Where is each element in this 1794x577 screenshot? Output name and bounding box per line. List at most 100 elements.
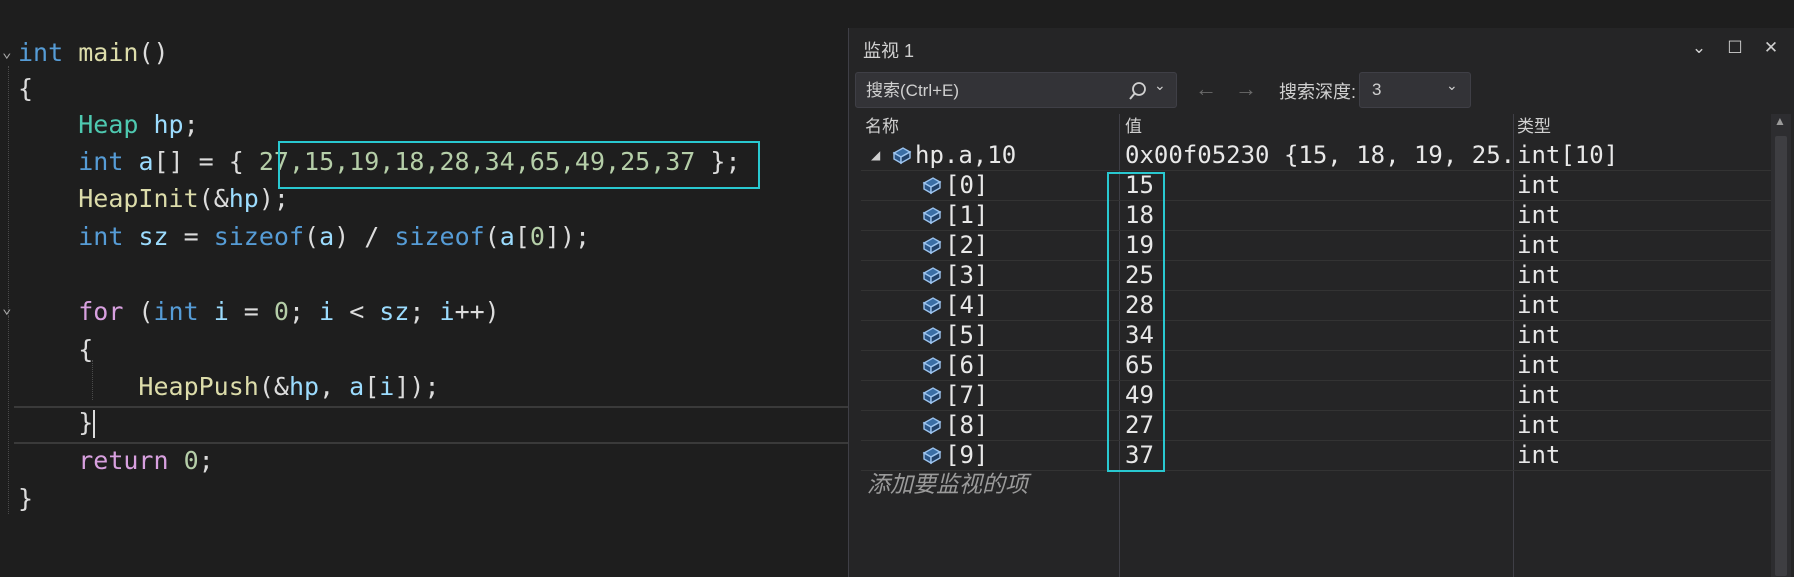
watch-name: [4] (945, 291, 989, 319)
watch-row[interactable]: [3] 25 int (861, 260, 1771, 291)
object-icon (922, 327, 942, 345)
watch-row[interactable]: [8] 27 int (861, 410, 1771, 441)
object-icon (922, 267, 942, 285)
chevron-down-icon[interactable]: ⌄ (1446, 77, 1458, 94)
fold-chevron-icon[interactable]: ⌄ (2, 42, 12, 61)
watch-type: int (1517, 171, 1561, 199)
text-caret (93, 410, 96, 438)
watch-type: int[10] (1517, 141, 1619, 169)
column-header-value[interactable]: 值 (1125, 114, 1142, 140)
watch-name: [1] (945, 201, 989, 229)
watch-panel: 监视 1 ⌄ ☐ ✕ ⌄ ← → 搜索深度: 3 ⌄ 名称 值 类型 ◢ (848, 28, 1794, 577)
code-line: } (78, 408, 96, 438)
watch-row[interactable]: [0] 15 int (861, 170, 1771, 201)
watch-type: int (1517, 381, 1561, 409)
object-icon (922, 207, 942, 225)
search-depth-label: 搜索深度: (1279, 82, 1357, 102)
object-icon (892, 147, 912, 165)
code-line: { (78, 335, 94, 364)
forward-arrow-icon[interactable]: → (1235, 76, 1257, 102)
vertical-scrollbar[interactable]: ▲ (1771, 114, 1791, 577)
code-line: return 0; (78, 446, 214, 475)
watch-row[interactable]: [4] 28 int (861, 290, 1771, 321)
watch-row[interactable]: [6] 65 int (861, 350, 1771, 381)
fold-chevron-icon[interactable]: ⌄ (2, 298, 12, 317)
watch-value[interactable]: 49 (1125, 380, 1511, 410)
code-editor[interactable]: ⌄ ⌄ int main() { Heap hp; int a[] = { 27… (0, 0, 848, 577)
code-line: HeapPush(&hp, a[i]); (138, 372, 440, 401)
watch-row[interactable]: [2] 19 int (861, 230, 1771, 261)
watch-value[interactable]: 0x00f05230 {15, 18, 19, 25... (1125, 140, 1511, 170)
watch-type: int (1517, 291, 1561, 319)
watch-type: int (1517, 441, 1561, 469)
watch-type: int (1517, 231, 1561, 259)
column-header-type[interactable]: 类型 (1517, 114, 1551, 140)
watch-value[interactable]: 37 (1125, 440, 1511, 470)
watch-row[interactable]: [5] 34 int (861, 320, 1771, 351)
array-highlight-box (278, 141, 760, 189)
watch-row-root[interactable]: ◢ hp.a,10 0x00f05230 {15, 18, 19, 25... … (861, 140, 1771, 171)
watch-name: [0] (945, 171, 989, 199)
watch-row[interactable]: [9] 37 int (861, 440, 1771, 471)
object-icon (922, 387, 942, 405)
collapse-triangle-icon[interactable]: ◢ (871, 140, 880, 170)
object-icon (922, 177, 942, 195)
watch-name: [2] (945, 231, 989, 259)
watch-toolbar: ⌄ ← → 搜索深度: 3 ⌄ (849, 70, 1794, 110)
values-highlight-box (1107, 172, 1165, 472)
watch-value[interactable]: 18 (1125, 200, 1511, 230)
code-line: int sz = sizeof(a) / sizeof(a[0]); (78, 222, 591, 251)
object-icon (922, 357, 942, 375)
add-watch-placeholder[interactable]: 添加要监视的项 (867, 470, 1028, 500)
watch-name: [6] (945, 351, 989, 379)
watch-type: int (1517, 411, 1561, 439)
code-line: HeapInit(&hp); (78, 184, 289, 213)
watch-value[interactable]: 27 (1125, 410, 1511, 440)
current-line-highlight (14, 406, 848, 444)
search-box[interactable]: ⌄ (855, 72, 1177, 109)
scroll-thumb[interactable] (1775, 136, 1787, 576)
chevron-down-icon[interactable]: ⌄ (1687, 36, 1711, 60)
search-icon[interactable] (1128, 81, 1148, 101)
watch-name: [8] (945, 411, 989, 439)
search-depth-select[interactable]: 3 ⌄ (1359, 72, 1471, 108)
back-arrow-icon[interactable]: ← (1195, 76, 1217, 102)
watch-value[interactable]: 65 (1125, 350, 1511, 380)
search-input[interactable] (864, 73, 1108, 109)
watch-name: [9] (945, 441, 989, 469)
object-icon (922, 417, 942, 435)
object-icon (922, 297, 942, 315)
watch-type: int (1517, 201, 1561, 229)
watch-value[interactable]: 28 (1125, 290, 1511, 320)
watch-grid: 名称 值 类型 ◢ hp.a,10 0x00f05230 {15, 18, 19… (861, 114, 1771, 577)
brace-guide (8, 66, 9, 514)
watch-type: int (1517, 261, 1561, 289)
watch-title-bar: 监视 1 ⌄ ☐ ✕ (849, 28, 1794, 68)
watch-row[interactable]: [1] 18 int (861, 200, 1771, 231)
code-line: { (18, 74, 34, 103)
watch-row[interactable]: [7] 49 int (861, 380, 1771, 411)
watch-value[interactable]: 25 (1125, 260, 1511, 290)
watch-type: int (1517, 321, 1561, 349)
watch-value[interactable]: 34 (1125, 320, 1511, 350)
object-icon (922, 237, 942, 255)
watch-name: [5] (945, 321, 989, 349)
object-icon (922, 447, 942, 465)
search-options-chevron-icon[interactable]: ⌄ (1154, 77, 1166, 94)
code-line: for (int i = 0; i < sz; i++) (78, 297, 500, 326)
code-line: int main() (18, 38, 169, 67)
add-watch-row[interactable]: 添加要监视的项 (861, 470, 1771, 500)
watch-value[interactable]: 19 (1125, 230, 1511, 260)
brace-guide (8, 316, 9, 434)
watch-name: hp.a,10 (915, 141, 1017, 169)
close-icon[interactable]: ✕ (1759, 36, 1783, 60)
code-line: } (18, 484, 34, 513)
watch-type: int (1517, 351, 1561, 379)
code-line: Heap hp; (78, 110, 199, 139)
watch-name: [7] (945, 381, 989, 409)
watch-title: 监视 1 (863, 41, 915, 61)
maximize-icon[interactable]: ☐ (1723, 36, 1747, 60)
scroll-up-icon[interactable]: ▲ (1774, 114, 1786, 128)
column-header-name[interactable]: 名称 (865, 114, 899, 140)
watch-value[interactable]: 15 (1125, 170, 1511, 200)
